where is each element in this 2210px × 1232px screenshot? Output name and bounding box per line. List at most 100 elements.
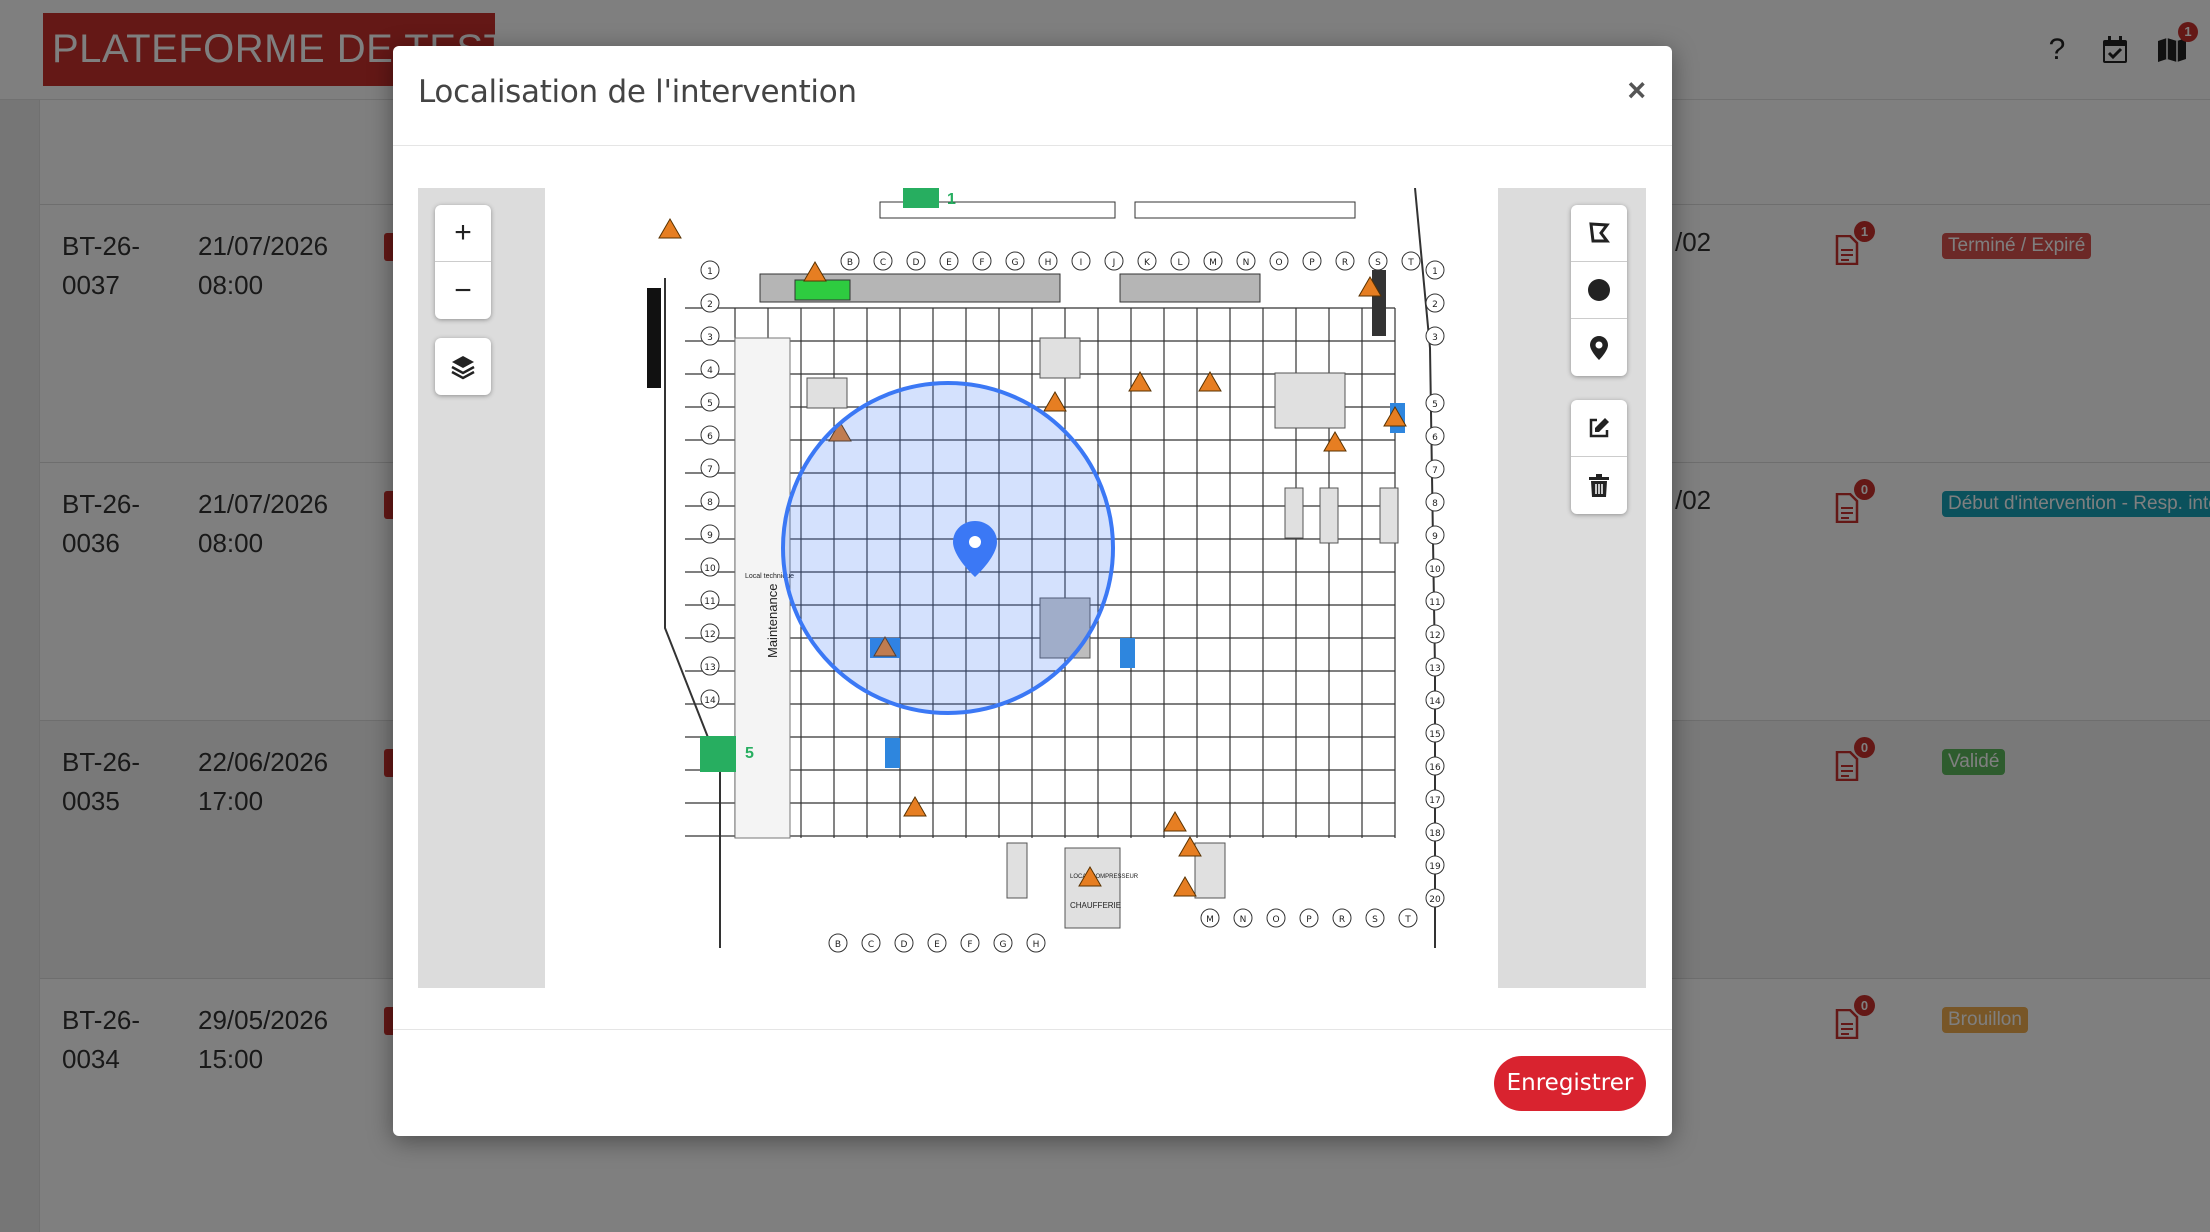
- svg-text:15: 15: [1429, 730, 1440, 740]
- svg-text:3: 3: [1432, 333, 1438, 343]
- svg-text:5: 5: [707, 399, 713, 409]
- blue-marker: [885, 738, 900, 768]
- black-wall: [647, 288, 661, 388]
- svg-text:8: 8: [1432, 499, 1438, 509]
- modal-header: Localisation de l'intervention ×: [393, 46, 1672, 146]
- blue-marker: [1120, 638, 1135, 668]
- svg-text:F: F: [967, 940, 972, 950]
- draw-toolbar: [1571, 205, 1627, 376]
- svg-text:10: 10: [704, 564, 716, 574]
- svg-text:3: 3: [707, 333, 713, 343]
- top-buildings-right: [1119, 273, 1261, 303]
- svg-text:M: M: [1209, 258, 1217, 268]
- maintenance-label: Maintenance: [765, 584, 780, 658]
- svg-text:E: E: [946, 258, 952, 268]
- local-compresseur-label: LOCAL COMPRESSEUR: [1070, 874, 1139, 880]
- svg-text:N: N: [1240, 915, 1247, 925]
- svg-text:14: 14: [1429, 697, 1441, 707]
- green-zone: [794, 279, 851, 301]
- svg-text:B: B: [835, 940, 841, 950]
- svg-text:6: 6: [707, 432, 713, 442]
- edit-toolbar: [1571, 400, 1627, 514]
- svg-text:2: 2: [707, 300, 713, 310]
- svg-text:T: T: [1404, 915, 1411, 925]
- equipment-box: [1194, 842, 1226, 899]
- trash-icon[interactable]: [1571, 457, 1627, 514]
- svg-text:P: P: [1306, 915, 1312, 925]
- equipment-box: [1274, 372, 1346, 429]
- chaufferie-label: CHAUFFERIE: [1070, 901, 1121, 910]
- layers-icon[interactable]: [435, 338, 491, 395]
- svg-text:10: 10: [1429, 565, 1441, 575]
- zoom-control: + −: [435, 205, 491, 319]
- svg-text:13: 13: [704, 663, 715, 673]
- layers-control: [435, 338, 491, 395]
- zoom-in-button[interactable]: +: [435, 205, 491, 262]
- right-wall: [1372, 270, 1386, 336]
- svg-text:8: 8: [707, 498, 713, 508]
- svg-text:19: 19: [1429, 862, 1441, 872]
- equipment-box: [1284, 487, 1304, 539]
- polygon-icon[interactable]: [1571, 205, 1627, 262]
- map-view[interactable]: 1 2 3 4 5 6 7 8 9 10 11 12 13 14 5 6 7 8 9 10 11 12 13 14 15 16 17…: [418, 188, 1646, 988]
- svg-text:5: 5: [1432, 400, 1438, 410]
- svg-text:D: D: [901, 940, 908, 950]
- svg-text:B: B: [847, 258, 853, 268]
- svg-text:11: 11: [704, 597, 715, 607]
- maintenance-zone: [734, 337, 791, 839]
- floor-plan[interactable]: 1 2 3 4 5 6 7 8 9 10 11 12 13 14 5 6 7 8 9 10 11 12 13 14 15 16 17…: [545, 188, 1498, 988]
- top-rack-2: [1134, 201, 1356, 219]
- equipment-box: [806, 377, 848, 409]
- svg-text:7: 7: [707, 465, 713, 475]
- equipment-box: [1379, 487, 1399, 544]
- svg-text:6: 6: [1432, 433, 1438, 443]
- svg-text:J: J: [1112, 258, 1116, 268]
- svg-text:13: 13: [1429, 664, 1440, 674]
- svg-text:G: G: [1000, 940, 1007, 950]
- equipment-box: [1039, 337, 1081, 379]
- svg-text:18: 18: [1429, 829, 1441, 839]
- evacuation-number: 1: [947, 191, 956, 208]
- selection-circle[interactable]: [781, 381, 1115, 715]
- floor-plan-drawing: 1234567891011121314567891011121314151617…: [647, 188, 1445, 953]
- edit-icon[interactable]: [1571, 400, 1627, 457]
- location-modal: Localisation de l'intervention × 1234567…: [393, 46, 1672, 1136]
- close-icon[interactable]: ×: [1627, 74, 1646, 106]
- svg-text:L: L: [1177, 258, 1182, 268]
- svg-text:11: 11: [1429, 598, 1440, 608]
- marker-icon[interactable]: [1571, 319, 1627, 376]
- svg-text:2: 2: [1432, 300, 1438, 310]
- svg-text:12: 12: [1429, 631, 1440, 641]
- svg-text:12: 12: [704, 630, 715, 640]
- svg-text:S: S: [1375, 258, 1381, 268]
- svg-text:O: O: [1275, 258, 1282, 268]
- svg-text:R: R: [1339, 915, 1345, 925]
- svg-text:9: 9: [1432, 532, 1438, 542]
- modal-footer: Enregistrer: [393, 1029, 1672, 1136]
- svg-text:7: 7: [1432, 466, 1438, 476]
- save-button[interactable]: Enregistrer: [1494, 1056, 1646, 1111]
- evacuation-sign: [700, 736, 736, 772]
- equipment-box: [1006, 842, 1028, 899]
- evacuation-sign: [903, 188, 939, 208]
- svg-text:H: H: [1045, 258, 1052, 268]
- svg-text:20: 20: [1429, 895, 1441, 905]
- svg-text:1: 1: [707, 267, 713, 277]
- svg-text:M: M: [1206, 915, 1214, 925]
- circle-icon[interactable]: [1571, 262, 1627, 319]
- modal-title: Localisation de l'intervention: [418, 74, 857, 110]
- svg-text:I: I: [1080, 258, 1083, 268]
- equipment-box: [1319, 487, 1339, 544]
- svg-text:16: 16: [1429, 763, 1441, 773]
- svg-text:N: N: [1243, 258, 1250, 268]
- svg-text:O: O: [1272, 915, 1279, 925]
- svg-text:T: T: [1407, 258, 1414, 268]
- zoom-out-button[interactable]: −: [435, 262, 491, 319]
- svg-text:H: H: [1033, 940, 1040, 950]
- svg-text:C: C: [868, 940, 874, 950]
- svg-text:1: 1: [1432, 267, 1438, 277]
- svg-text:C: C: [880, 258, 886, 268]
- svg-text:R: R: [1342, 258, 1348, 268]
- svg-text:14: 14: [704, 696, 716, 706]
- svg-text:9: 9: [707, 531, 713, 541]
